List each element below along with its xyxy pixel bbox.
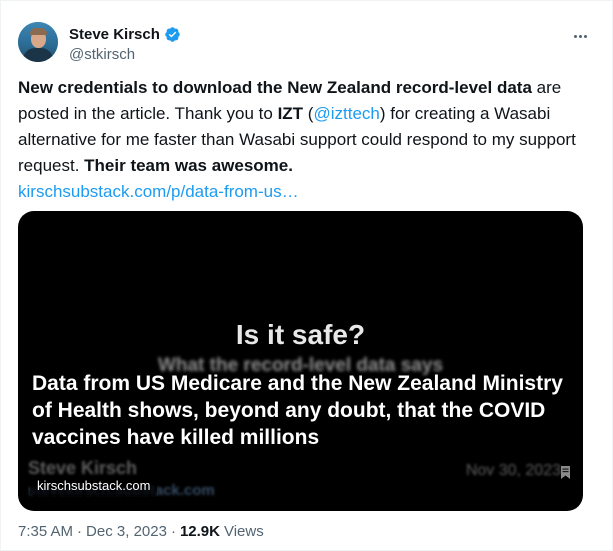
- card-date: Nov 30, 2023: [465, 462, 561, 479]
- avatar[interactable]: [18, 22, 58, 62]
- author-handle[interactable]: @stkirsch: [69, 46, 181, 63]
- tweet-text-segment: (: [303, 104, 314, 123]
- tweet-text-bold-closing: Their team was awesome.: [84, 156, 293, 175]
- more-dot: [573, 34, 577, 38]
- card-domain-label: kirschsubstack.com: [30, 476, 158, 496]
- tweet-meta: 7:35 AM · Dec 3, 2023 · 12.9K Views: [18, 523, 264, 540]
- more-dot: [583, 34, 587, 38]
- name-row: Steve Kirsch: [69, 24, 181, 44]
- tweet-header: Steve Kirsch @stkirsch: [18, 18, 595, 64]
- more-dot: [578, 34, 582, 38]
- tweet-time[interactable]: 7:35 AM: [18, 523, 73, 540]
- tweet-date[interactable]: Dec 3, 2023: [86, 523, 167, 540]
- article-link[interactable]: kirschsubstack.com/p/data-from-us…: [18, 179, 583, 205]
- views-count: 12.9K: [179, 523, 220, 540]
- more-options-icon[interactable]: [569, 28, 591, 44]
- meta-separator: ·: [170, 523, 176, 540]
- verified-badge-icon: [165, 26, 180, 42]
- avatar-shirt: [23, 48, 53, 62]
- card-overlay-headline: Data from US Medicare and the New Zealan…: [32, 372, 563, 449]
- card-title: Is it safe?: [235, 319, 366, 350]
- link-preview-card[interactable]: Is it safe? What the record-level data s…: [18, 211, 583, 511]
- tweet-card: Steve Kirsch @stkirsch New credentials t…: [0, 0, 613, 551]
- tweet-text-bold-lead: New credentials to download the New Zeal…: [18, 78, 532, 97]
- meta-separator: ·: [77, 523, 83, 540]
- author-block: Steve Kirsch @stkirsch: [69, 24, 181, 63]
- author-display-name[interactable]: Steve Kirsch: [69, 26, 160, 43]
- mention-link[interactable]: @izttech: [313, 104, 379, 123]
- avatar-hair: [30, 28, 47, 35]
- bookmark-icon: [561, 466, 570, 479]
- tweet-text-bold-org: IZT: [277, 104, 304, 123]
- tweet-text: New credentials to download the New Zeal…: [18, 75, 583, 205]
- views-label: Views: [223, 523, 264, 540]
